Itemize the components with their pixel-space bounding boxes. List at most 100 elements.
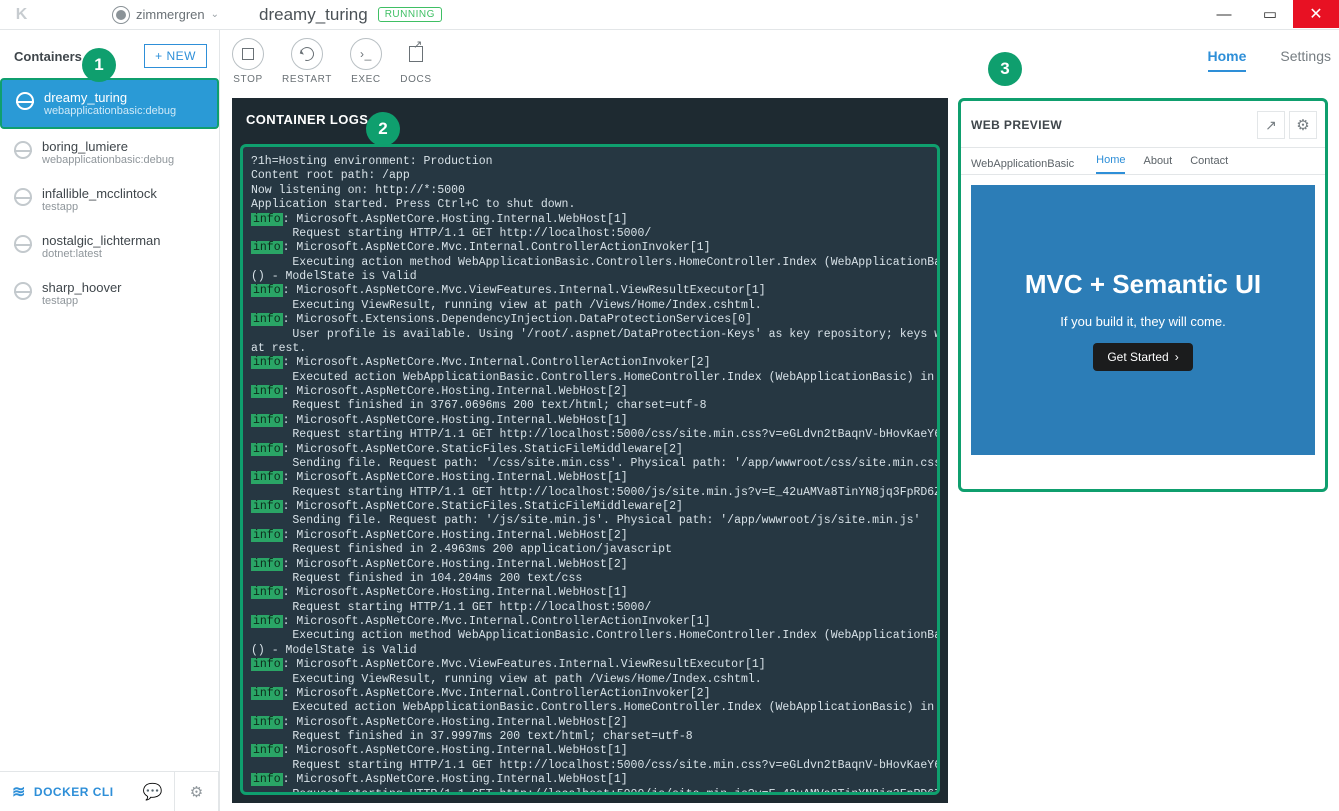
get-started-button[interactable]: Get Started › [1093,343,1192,371]
log-line: info: Microsoft.AspNetCore.Mvc.ViewFeatu… [251,658,929,672]
docs-button[interactable]: DOCS [400,38,432,85]
tab-home[interactable]: Home [1208,48,1247,72]
preview-app-name: WebApplicationBasic [971,158,1074,170]
log-line: () - ModelState is Valid [251,270,929,284]
log-line-text: : Microsoft.AspNetCore.Mvc.Internal.Cont… [283,687,711,700]
log-line: Request finished in 2.4963ms 200 applica… [251,543,929,557]
window-close-button[interactable]: ✕ [1293,0,1339,28]
sidebar-item-dreamy-turing[interactable]: dreamy_turing webapplicationbasic:debug [0,78,219,129]
settings-button[interactable]: ⚙ [175,772,219,811]
log-line: Request starting HTTP/1.1 GET http://loc… [251,428,929,442]
preview-settings-button[interactable]: ⚙ [1289,111,1317,139]
log-level-badge: info [251,313,283,326]
window-minimize-button[interactable]: — [1201,0,1247,28]
container-image: webapplicationbasic:debug [42,154,174,166]
log-line-text: : Microsoft.AspNetCore.Hosting.Internal.… [283,773,628,786]
docs-icon [400,38,432,70]
arrow-right-icon: › [1175,350,1179,364]
status-badge: RUNNING [378,7,442,22]
logs-panel: CONTAINER LOGS ?1h=Hosting environment: … [232,98,948,803]
user-menu[interactable]: zimmergren ⌄ [112,0,229,29]
log-line: Sending file. Request path: '/js/site.mi… [251,514,929,528]
exec-icon: ›_ [350,38,382,70]
log-line: Executed action WebApplicationBasic.Cont… [251,371,929,385]
log-line-text: : Microsoft.AspNetCore.Mvc.Internal.Cont… [283,241,711,254]
sidebar-item-nostalgic-lichterman[interactable]: nostalgic_lichterman dotnet:latest [0,223,219,270]
log-level-badge: info [251,586,283,599]
log-level-badge: info [251,414,283,427]
sidebar-item-boring-lumiere[interactable]: boring_lumiere webapplicationbasic:debug [0,129,219,176]
tab-settings[interactable]: Settings [1280,48,1331,72]
log-line-text: Request finished in 3767.0696ms 200 text… [251,399,706,412]
log-line: info: Microsoft.AspNetCore.Hosting.Inter… [251,558,929,572]
web-preview-panel: WEB PREVIEW ↗ ⚙ WebApplicationBasic Home… [958,98,1328,492]
sidebar-item-infallible-mcclintock[interactable]: infallible_mcclintock testapp [0,176,219,223]
container-state-icon [14,235,32,253]
container-name: dreamy_turing [44,90,176,105]
preview-tab-about[interactable]: About [1143,155,1172,173]
log-line: info: Microsoft.AspNetCore.Mvc.Internal.… [251,241,929,255]
log-line-text: Request finished in 2.4963ms 200 applica… [251,543,672,556]
container-state-icon [14,141,32,159]
log-line: Request starting HTTP/1.1 GET http://loc… [251,486,929,500]
sidebar: Containers + NEW dreamy_turing webapplic… [0,30,220,811]
log-line-text: Now listening on: http://*:5000 [251,184,465,197]
log-level-badge: info [251,241,283,254]
logs-output[interactable]: ?1h=Hosting environment: ProductionConte… [240,144,940,795]
log-level-badge: info [251,658,283,671]
log-line-text: : Microsoft.AspNetCore.Mvc.Internal.Cont… [283,356,711,369]
container-state-icon [16,92,34,110]
log-line: info: Microsoft.AspNetCore.Mvc.Internal.… [251,615,929,629]
log-line: Now listening on: http://*:5000 [251,184,929,198]
log-line-text: : Microsoft.AspNetCore.Hosting.Internal.… [283,414,628,427]
preview-tab-contact[interactable]: Contact [1190,155,1228,173]
log-line-text: : Microsoft.AspNetCore.Hosting.Internal.… [283,716,628,729]
docker-cli-button[interactable]: ≋ DOCKER CLI [0,782,131,802]
container-image: testapp [42,295,122,307]
stop-button[interactable]: STOP [232,38,264,85]
new-container-button[interactable]: + NEW [144,44,207,68]
user-name: zimmergren [136,7,205,22]
feedback-button[interactable]: 💬 [131,772,175,811]
container-toolbar: STOP RESTART ›_ EXEC DOCS [232,38,432,85]
preview-tab-home[interactable]: Home [1096,154,1125,174]
sidebar-heading: Containers [14,49,82,64]
log-line-text: : Microsoft.AspNetCore.Hosting.Internal.… [283,213,628,226]
log-line-text: : Microsoft.AspNetCore.Mvc.ViewFeatures.… [283,658,766,671]
log-line: Request starting HTTP/1.1 GET http://loc… [251,759,929,773]
container-image: testapp [42,201,157,213]
log-line-text: : Microsoft.AspNetCore.Mvc.ViewFeatures.… [283,284,766,297]
log-line: Content root path: /app [251,169,929,183]
preview-hero: MVC + Semantic UI If you build it, they … [971,185,1315,455]
log-line-text: Executing ViewResult, running view at pa… [251,673,762,686]
open-external-button[interactable]: ↗ [1257,111,1285,139]
log-level-badge: info [251,500,283,513]
page-title: dreamy_turing RUNNING [259,5,442,25]
log-level-badge: info [251,213,283,226]
log-level-badge: info [251,529,283,542]
logs-heading: CONTAINER LOGS [232,98,948,137]
log-line: User profile is available. Using '/root/… [251,328,929,342]
stop-label: STOP [233,74,262,85]
log-line: Sending file. Request path: '/css/site.m… [251,457,929,471]
container-state-icon [14,282,32,300]
log-line-text: : Microsoft.AspNetCore.Hosting.Internal.… [283,529,628,542]
log-line-text: ?1h=Hosting environment: Production [251,155,493,168]
log-line: info: Microsoft.AspNetCore.StaticFiles.S… [251,500,929,514]
log-line: Request starting HTTP/1.1 GET http://loc… [251,601,929,615]
restart-button[interactable]: RESTART [282,38,332,85]
log-line-text: Executed action WebApplicationBasic.Cont… [251,701,940,714]
log-line: info: Microsoft.AspNetCore.Hosting.Inter… [251,213,929,227]
log-line: Request starting HTTP/1.1 GET http://loc… [251,788,929,796]
log-line-text: : Microsoft.Extensions.DependencyInjecti… [283,313,752,326]
exec-button[interactable]: ›_ EXEC [350,38,382,85]
log-level-badge: info [251,687,283,700]
log-line: info: Microsoft.AspNetCore.Mvc.ViewFeatu… [251,284,929,298]
docker-cli-label: DOCKER CLI [34,785,114,799]
sidebar-item-sharp-hoover[interactable]: sharp_hoover testapp [0,270,219,317]
log-level-badge: info [251,443,283,456]
log-line: () - ModelState is Valid [251,644,929,658]
window-maximize-button[interactable]: ▭ [1247,0,1293,28]
log-level-badge: info [251,773,283,786]
log-level-badge: info [251,356,283,369]
